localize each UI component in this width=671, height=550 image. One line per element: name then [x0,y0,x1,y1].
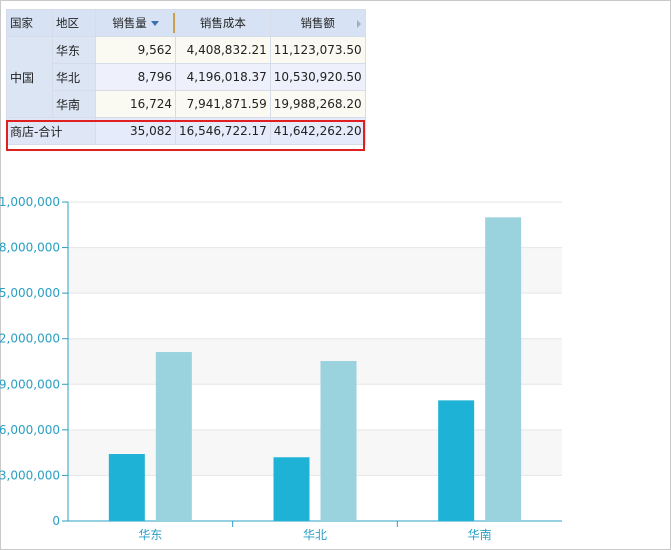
table-row: 华南 16,724 7,941,871.59 19,988,268.20 [7,90,366,118]
header-cost[interactable]: 销售成本 [175,9,271,37]
y-tick-label: 0 [52,514,60,528]
header-qty[interactable]: 销售量 [95,9,176,37]
sales-cell: 19,988,268.20 [269,90,366,118]
bar [273,457,310,521]
region-cell: 华东 [52,36,96,64]
header-region[interactable]: 地区 [52,9,96,37]
y-tick-label: 12,000,000 [0,332,60,346]
header-country[interactable]: 国家 [6,9,53,37]
sales-cell: 10,530,920.50 [269,63,366,91]
header-sales[interactable]: 销售额 [269,9,366,37]
total-sales: 41,642,262.20 [269,117,366,145]
sort-desc-icon[interactable] [150,21,159,26]
total-cost: 16,546,722.17 [175,117,271,145]
header-qty-label: 销售量 [112,16,147,30]
scroll-right-icon[interactable] [356,20,361,28]
total-row: 商店-合计 35,082 16,546,722.17 41,642,262.20 [6,117,366,145]
country-cell: 中国 [6,36,53,118]
sales-cell: 11,123,073.50 [269,36,366,64]
column-resize-handle[interactable] [173,13,175,33]
y-tick-label: 6,000,000 [0,423,60,437]
bar [108,454,145,521]
total-label: 商店-合计 [6,117,96,145]
x-tick-label: 华南 [468,527,492,542]
bar [485,217,522,521]
cost-cell: 4,196,018.37 [175,63,271,91]
bar-chart: 0 3,000,000 6,000,000 9,000,000 12,000,000 15… [0,195,562,542]
bar [155,352,192,521]
region-cell: 华北 [52,63,96,91]
x-tick-label: 华北 [303,528,327,542]
sales-table: 国家 地区 销售量 销售成本 销售额 中国 华东 9,562 4,408,832… [6,9,366,145]
bar [320,361,357,521]
table-row: 华北 8,796 4,196,018.37 10,530,920.50 [7,63,366,91]
y-tick-label: 21,000,000 [0,195,60,209]
table-row: 中国 华东 9,562 4,408,832.21 11,123,073.50 [6,36,366,118]
header-sales-label: 销售额 [300,16,335,30]
cost-cell: 4,408,832.21 [175,36,271,64]
qty-cell: 9,562 [95,36,176,64]
y-tick-label: 18,000,000 [0,241,60,255]
y-tick-label: 3,000,000 [0,468,60,482]
x-tick-label: 华东 [138,528,162,542]
y-tick-label: 15,000,000 [0,286,60,300]
header-row: 国家 地区 销售量 销售成本 销售额 [6,9,366,37]
bar [438,400,475,521]
qty-cell: 16,724 [95,90,176,118]
y-tick-label: 9,000,000 [0,377,60,391]
cost-cell: 7,941,871.59 [175,90,271,118]
region-cell: 华南 [52,90,96,118]
qty-cell: 8,796 [95,63,176,91]
total-qty: 35,082 [95,117,176,145]
